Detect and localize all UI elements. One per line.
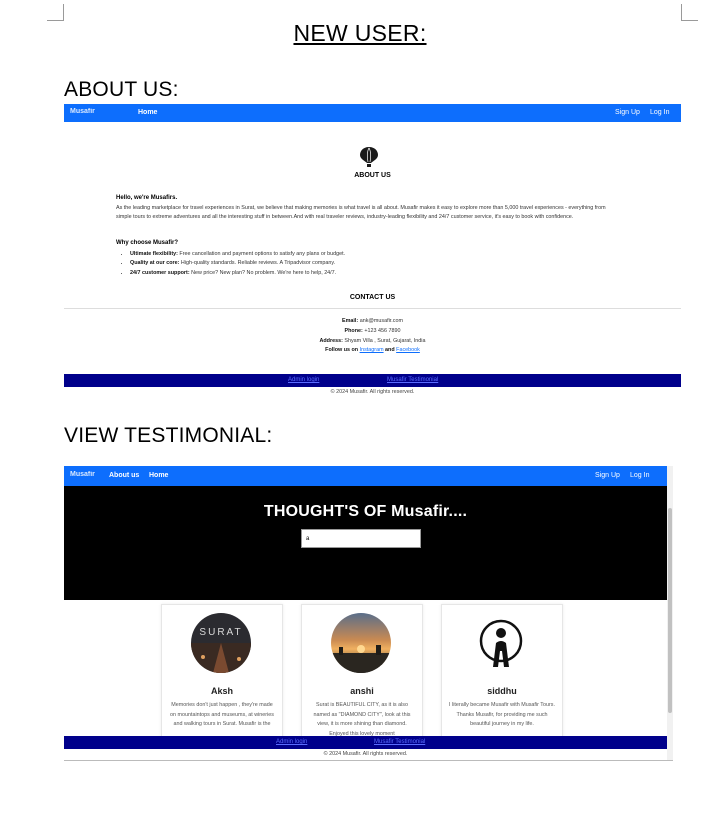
why-choose-heading: Why choose Musafir? (116, 240, 179, 246)
svg-text:SURAT: SURAT (199, 627, 242, 638)
log-in-link[interactable]: Log In (650, 109, 669, 116)
avatar (331, 613, 391, 673)
facebook-link[interactable]: Facebook (396, 347, 420, 353)
scrollbar-thumb[interactable] (668, 508, 672, 713)
scrollbar[interactable] (667, 466, 673, 760)
navbar: Musafir Home Sign Up Log In (64, 104, 681, 122)
avatar (471, 613, 531, 673)
card-text: I literally became Musafir with Musafir … (449, 702, 555, 727)
about-title: ABOUT US (354, 172, 391, 179)
footer-bar: Admin login Musafir Testimonial (64, 374, 681, 387)
footer-bar: Admin login Musafir Testimonial (64, 736, 667, 749)
hero-banner: THOUGHT'S OF Musafir.... (64, 486, 667, 600)
intro-paragraph: As the leading marketplace for travel ex… (116, 205, 606, 220)
crop-mark-top-left (47, 4, 64, 21)
sign-up-link[interactable]: Sign Up (615, 109, 640, 116)
why-choose-list: Ultimate flexibility: Free cancellation … (120, 250, 345, 278)
list-item: Quality at our core: High-quality standa… (130, 259, 345, 268)
admin-login-link[interactable]: Admin login (288, 377, 319, 383)
admin-login-link[interactable]: Admin login (276, 739, 307, 745)
contact-title: CONTACT US (349, 294, 396, 301)
card-name: Aksh (210, 686, 233, 696)
testimonial-card: anshi Surat is BEAUTIFUL CITY, as it is … (301, 604, 423, 741)
log-in-link[interactable]: Log In (630, 472, 649, 479)
musafir-testimonial-link[interactable]: Musafir Testimonial (374, 739, 425, 745)
card-name: siddhu (487, 686, 517, 696)
document-title: NEW USER: (293, 20, 427, 46)
about-page-screenshot: Musafir Home Sign Up Log In ABOUT US Hel… (64, 104, 681, 400)
intro-heading: Hello, we're Musafirs. (116, 195, 178, 201)
hot-air-balloon-icon (358, 146, 380, 168)
navbar-brand[interactable]: Musafir (70, 108, 95, 115)
avatar: SURAT (191, 613, 251, 673)
nav-about-link[interactable]: About us (109, 472, 139, 479)
copyright: © 2024 Musafir. All rights reserved. (323, 751, 408, 757)
instagram-link[interactable]: Instagram (360, 347, 384, 353)
testimonial-page-screenshot: Musafir About us Home Sign Up Log In THO… (64, 466, 673, 761)
crop-mark-top-right (681, 4, 698, 21)
card-text: Surat is BEAUTIFUL CITY, as it is also n… (313, 702, 411, 737)
search-input[interactable] (301, 529, 421, 548)
copyright: © 2024 Musafir. All rights reserved. (330, 389, 415, 395)
testimonial-card: SURAT Aksh Memories don't just happen , … (161, 604, 283, 741)
navbar: Musafir About us Home Sign Up Log In (64, 466, 673, 486)
contact-info: Email: ank@musafir.com Phone: +123 456 7… (319, 318, 426, 354)
card-text: Memories don't just happen , they're mad… (170, 702, 274, 727)
testimonial-section-heading: VIEW TESTIMONIAL: (64, 424, 273, 447)
list-item: Ultimate flexibility: Free cancellation … (130, 250, 345, 259)
list-item: 24/7 customer support: New price? New pl… (130, 269, 345, 278)
navbar-brand[interactable]: Musafir (70, 471, 95, 478)
sign-up-link[interactable]: Sign Up (595, 472, 620, 479)
testimonial-card: siddhu I literally became Musafir with M… (441, 604, 563, 741)
nav-home-link[interactable]: Home (149, 472, 168, 479)
nav-home-link[interactable]: Home (138, 109, 157, 116)
divider (64, 308, 681, 309)
about-section-heading: ABOUT US: (64, 78, 179, 101)
card-name: anshi (350, 686, 374, 696)
hero-title: THOUGHT'S OF Musafir.... (263, 503, 468, 520)
musafir-testimonial-link[interactable]: Musafir Testimonial (387, 377, 438, 383)
